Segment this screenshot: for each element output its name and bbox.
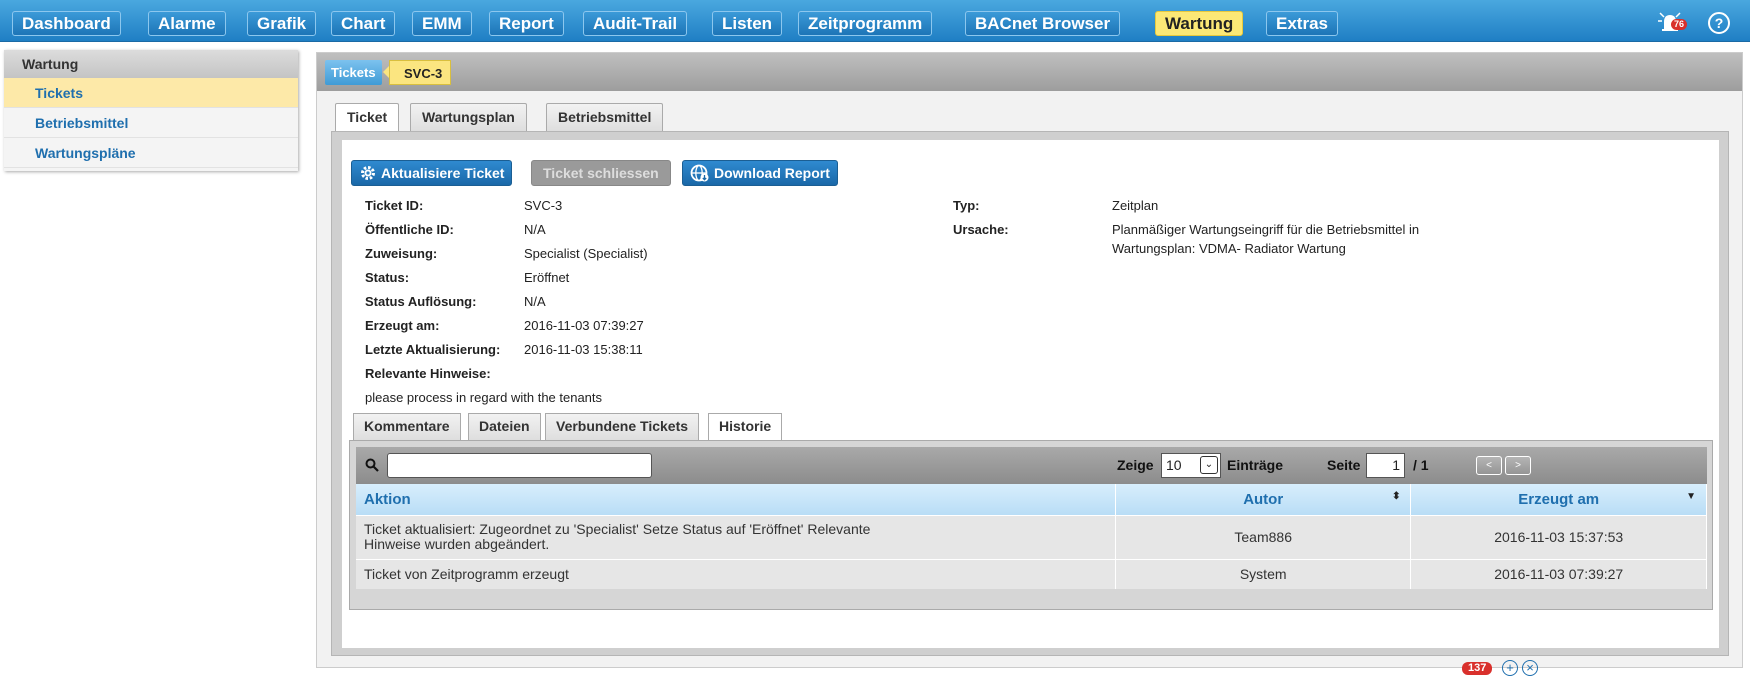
field-label-hints: Relevante Hinweise: bbox=[365, 366, 491, 381]
subtab-kommentare[interactable]: Kommentare bbox=[353, 413, 461, 440]
breadcrumb: Tickets SVC-3 bbox=[317, 53, 1742, 91]
field-label-public-id: Öffentliche ID: bbox=[365, 222, 454, 237]
sidebar-item-betriebsmittel[interactable]: Betriebsmittel bbox=[4, 108, 298, 138]
nav-alarme[interactable]: Alarme bbox=[148, 11, 226, 36]
history-search-input[interactable] bbox=[387, 453, 652, 478]
download-report-label: Download Report bbox=[714, 165, 830, 181]
field-value-ursache-line2: Wartungsplan: VDMA- Radiator Wartung bbox=[1112, 241, 1346, 256]
field-label-status: Status: bbox=[365, 270, 410, 285]
globe-download-icon bbox=[690, 164, 709, 182]
cell-aktion: Ticket von Zeitprogramm erzeugt bbox=[356, 558, 1116, 589]
column-header-erzeugt[interactable]: Erzeugt am ▼ bbox=[1410, 484, 1707, 515]
field-value-ticket-id: SVC-3 bbox=[524, 198, 563, 213]
table-row[interactable]: Ticket von Zeitprogramm erzeugt System 2… bbox=[356, 558, 1707, 589]
field-value-created: 2016-11-03 07:39:27 bbox=[524, 318, 644, 333]
next-page-button[interactable]: > bbox=[1505, 456, 1531, 475]
page-total: / 1 bbox=[1413, 457, 1429, 473]
sidebar-item-tickets[interactable]: Tickets bbox=[4, 78, 298, 108]
field-value-ursache-line1: Planmäßiger Wartungseingriff für die Bet… bbox=[1112, 222, 1420, 237]
page-size-value: 10 bbox=[1166, 457, 1182, 473]
field-value-typ: Zeitplan bbox=[1112, 198, 1159, 213]
column-header-aktion[interactable]: Aktion bbox=[356, 484, 1116, 515]
history-table: Aktion Autor ⬍ Erzeugt am ▼ Ticket aktuali… bbox=[356, 484, 1707, 589]
field-label-assignment: Zuweisung: bbox=[365, 246, 438, 261]
field-value-assignment: Specialist (Specialist) bbox=[524, 246, 648, 261]
nav-dashboard[interactable]: Dashboard bbox=[12, 11, 121, 36]
sort-both-icon: ⬍ bbox=[1392, 491, 1401, 502]
nav-audit-trail[interactable]: Audit-Trail bbox=[583, 11, 688, 36]
nav-emm[interactable]: EMM bbox=[412, 11, 472, 36]
show-label: Zeige bbox=[1117, 457, 1154, 473]
ticket-panel: Aktualisiere Ticket Ticket schliessen Do… bbox=[331, 131, 1729, 656]
download-report-button[interactable]: Download Report bbox=[682, 160, 838, 186]
field-label-ursache: Ursache: bbox=[953, 222, 1009, 237]
prev-page-button[interactable]: < bbox=[1476, 456, 1502, 475]
nav-grafik[interactable]: Grafik bbox=[247, 11, 317, 36]
breadcrumb-current: SVC-3 bbox=[389, 60, 452, 85]
page-size-select[interactable]: 10 ⌄ bbox=[1161, 453, 1221, 478]
field-value-status-resolution: N/A bbox=[524, 294, 546, 309]
field-label-typ: Typ: bbox=[953, 198, 980, 213]
cell-autor: Team886 bbox=[1115, 514, 1412, 559]
subtab-dateien[interactable]: Dateien bbox=[468, 413, 541, 440]
main-content: Tickets SVC-3 Ticket Wartungsplan Betrie… bbox=[316, 52, 1743, 668]
notification-count-badge[interactable]: 137 bbox=[1462, 662, 1493, 675]
nav-report[interactable]: Report bbox=[489, 11, 564, 36]
nav-wartung[interactable]: Wartung bbox=[1155, 11, 1244, 36]
field-label-created: Erzeugt am: bbox=[365, 318, 440, 333]
tab-wartungsplan[interactable]: Wartungsplan bbox=[410, 103, 527, 131]
sidebar-title: Wartung bbox=[4, 50, 298, 78]
update-ticket-button[interactable]: Aktualisiere Ticket bbox=[351, 160, 513, 186]
top-nav-bar: Dashboard Alarme Grafik Chart EMM Report… bbox=[0, 0, 1750, 42]
cell-erzeugt: 2016-11-03 15:37:53 bbox=[1410, 514, 1707, 559]
sidebar: Wartung Tickets Betriebsmittel Wartungsp… bbox=[4, 50, 298, 171]
cell-autor: System bbox=[1115, 558, 1412, 589]
nav-listen[interactable]: Listen bbox=[712, 11, 783, 36]
tab-betriebsmittel[interactable]: Betriebsmittel bbox=[546, 103, 664, 131]
entries-label: Einträge bbox=[1227, 457, 1284, 473]
close-ticket-button[interactable]: Ticket schliessen bbox=[531, 160, 671, 186]
table-row[interactable]: Ticket aktualisiert: Zugeordnet zu 'Spec… bbox=[356, 514, 1707, 559]
update-ticket-label: Aktualisiere Ticket bbox=[381, 165, 505, 181]
tab-ticket[interactable]: Ticket bbox=[335, 103, 400, 131]
cell-erzeugt: 2016-11-03 07:39:27 bbox=[1410, 558, 1707, 589]
nav-extras[interactable]: Extras bbox=[1266, 11, 1338, 36]
breadcrumb-tickets[interactable]: Tickets bbox=[325, 60, 382, 85]
chevron-down-icon: ⌄ bbox=[1200, 456, 1218, 474]
column-header-autor[interactable]: Autor ⬍ bbox=[1115, 484, 1412, 515]
gear-icon bbox=[361, 166, 375, 180]
field-label-last-update: Letzte Aktualisierung: bbox=[365, 342, 501, 357]
sidebar-item-wartungsplaene[interactable]: Wartungspläne bbox=[4, 138, 298, 168]
subtab-verbundene-tickets[interactable]: Verbundene Tickets bbox=[545, 413, 700, 440]
field-value-last-update: 2016-11-03 15:38:11 bbox=[524, 342, 643, 357]
alarm-count-badge: 76 bbox=[1671, 19, 1688, 30]
help-button[interactable]: ? bbox=[1708, 12, 1730, 34]
nav-bacnet-browser[interactable]: BACnet Browser bbox=[965, 11, 1121, 36]
ticket-details: Aktualisiere Ticket Ticket schliessen Do… bbox=[342, 140, 1719, 648]
field-value-status: Eröffnet bbox=[524, 270, 570, 285]
subtab-historie[interactable]: Historie bbox=[708, 413, 783, 440]
page-input[interactable]: 1 bbox=[1366, 453, 1405, 478]
field-label-status-resolution: Status Auflösung: bbox=[365, 294, 477, 309]
grid-toolbar: Zeige 10 ⌄ Einträge Seite 1 / 1 < > bbox=[356, 447, 1707, 484]
search-icon bbox=[365, 458, 379, 472]
field-value-hints: please process in regard with the tenant… bbox=[365, 390, 603, 405]
nav-zeitprogramm[interactable]: Zeitprogramm bbox=[798, 11, 933, 36]
field-value-public-id: N/A bbox=[524, 222, 546, 237]
cell-aktion: Ticket aktualisiert: Zugeordnet zu 'Spec… bbox=[356, 514, 1116, 559]
field-label-ticket-id: Ticket ID: bbox=[365, 198, 424, 213]
page-label: Seite bbox=[1327, 457, 1361, 473]
history-grid: Zeige 10 ⌄ Einträge Seite 1 / 1 < > Akti… bbox=[349, 440, 1713, 610]
sort-desc-icon: ▼ bbox=[1686, 491, 1696, 502]
nav-chart[interactable]: Chart bbox=[331, 11, 396, 36]
